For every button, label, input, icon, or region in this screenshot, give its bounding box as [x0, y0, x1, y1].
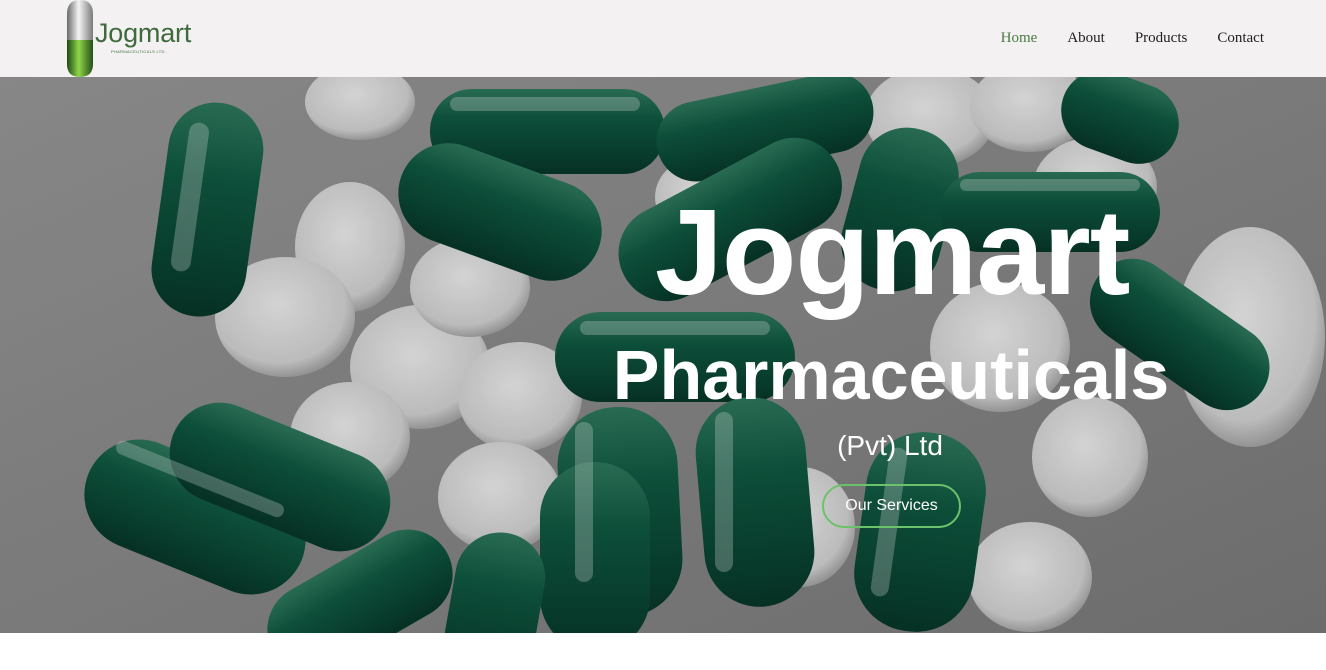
nav-about[interactable]: About — [1067, 29, 1105, 47]
hero-subtitle: Pharmaceuticals — [612, 336, 1170, 414]
nav-home[interactable]: Home — [1001, 29, 1038, 47]
brand-name: Jogmart — [95, 18, 192, 48]
nav-contact[interactable]: Contact — [1217, 29, 1264, 47]
our-services-button[interactable]: Our Services — [822, 484, 961, 528]
hero-company-suffix: (Pvt) Ltd — [837, 430, 943, 461]
site-header: Jogmart PHARMACEUTICALS LTD. Home About … — [0, 0, 1326, 77]
hero-section: Jogmart Pharmaceuticals (Pvt) Ltd Our Se… — [0, 77, 1326, 633]
capsule-logo-icon — [67, 0, 93, 77]
nav-products[interactable]: Products — [1135, 29, 1188, 47]
brand-tagline: PHARMACEUTICALS LTD. — [111, 49, 167, 54]
main-nav: Home About Products Contact — [1001, 29, 1264, 47]
hero-title: Jogmart — [655, 184, 1130, 320]
page-bottom-area — [0, 633, 1326, 670]
brand-logo[interactable]: Jogmart PHARMACEUTICALS LTD. — [63, 0, 213, 77]
